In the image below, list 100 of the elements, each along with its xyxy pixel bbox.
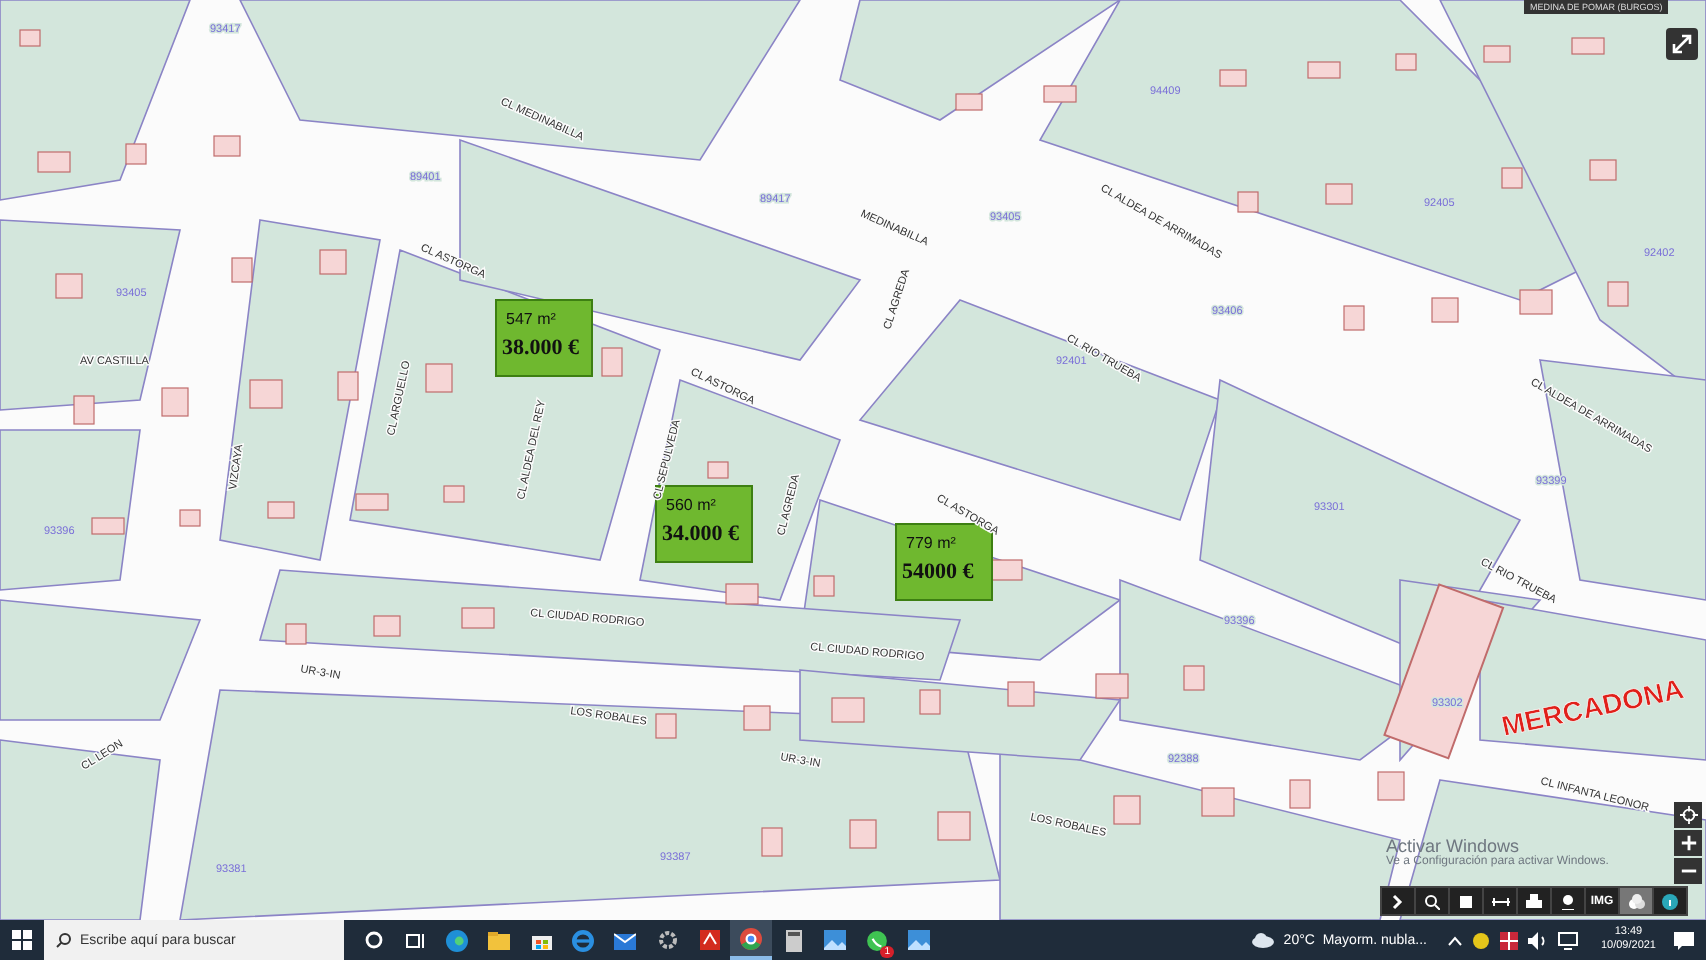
tool-button[interactable]: [1484, 888, 1516, 914]
building: [267, 501, 295, 519]
building: [601, 347, 623, 377]
monitor-icon: [1558, 931, 1579, 949]
picture-icon: [824, 930, 846, 950]
fullscreen-button[interactable]: [1666, 28, 1698, 60]
building: [1483, 45, 1511, 63]
building: [1307, 61, 1341, 79]
plot-highlight: [495, 299, 593, 377]
building: [1219, 69, 1247, 87]
building: [849, 819, 877, 849]
building: [1325, 183, 1353, 205]
building: [955, 93, 983, 111]
building: [1113, 795, 1141, 825]
building: [461, 607, 495, 629]
building: [1519, 289, 1553, 315]
tool-button[interactable]: [1552, 888, 1584, 914]
calculator-icon: [785, 929, 801, 951]
taskbar-app-button[interactable]: [730, 920, 772, 960]
building: [355, 493, 389, 511]
building: [1377, 771, 1405, 801]
building: [1607, 281, 1629, 307]
building: [1043, 85, 1077, 103]
building: [761, 827, 783, 857]
building: [655, 713, 677, 739]
plot-price: 34.000 €: [662, 522, 739, 546]
building: [1201, 787, 1235, 817]
windows-icon: [12, 930, 32, 950]
picture-icon: [908, 930, 930, 950]
caret-up-icon: [1448, 935, 1463, 945]
tool-button[interactable]: [1416, 888, 1448, 914]
chevron-icon: [1390, 893, 1406, 909]
tool-button[interactable]: [1518, 888, 1550, 914]
building: [937, 811, 971, 841]
building: [1289, 779, 1311, 809]
building: [231, 257, 253, 283]
building: [91, 517, 125, 535]
building: [1501, 167, 1523, 189]
tool-button[interactable]: [1382, 888, 1414, 914]
e-letter-icon: [572, 929, 594, 951]
building: [919, 689, 941, 715]
ruler-icon: [1491, 895, 1509, 907]
building: [337, 371, 359, 401]
building: [443, 485, 465, 503]
building: [73, 395, 95, 425]
folder-icon: [488, 931, 510, 949]
search-icon: [56, 932, 72, 948]
speaker-icon: [1528, 931, 1549, 949]
browser-icon: [740, 927, 762, 949]
building: [1431, 297, 1459, 323]
building: [1007, 681, 1035, 707]
circle-icon: [1472, 931, 1491, 949]
plot-area: 560 m²: [666, 496, 716, 514]
printer-icon: [1526, 893, 1542, 909]
locate-button[interactable]: [1674, 802, 1702, 828]
tool-button[interactable]: [1450, 888, 1482, 914]
envelope-icon: [614, 931, 636, 949]
cloud-icon: [1251, 932, 1274, 948]
search-icon: [1424, 893, 1440, 909]
building: [1589, 159, 1617, 181]
building: [1183, 665, 1205, 691]
building: [1343, 305, 1365, 331]
chat-bubble-icon: [866, 929, 888, 951]
building: [373, 615, 401, 637]
building: [831, 697, 865, 723]
building: [1237, 191, 1259, 213]
plot-area: 547 m²: [506, 310, 556, 328]
building: [707, 461, 729, 479]
building: [37, 151, 71, 173]
zoom-out-button[interactable]: [1674, 858, 1702, 884]
building: [179, 509, 201, 527]
zoom-in-button[interactable]: [1674, 830, 1702, 856]
building: [743, 705, 771, 731]
plot-highlight: [655, 485, 753, 563]
building: [213, 135, 241, 157]
building: [1395, 53, 1417, 71]
plot-area: 779 m²: [906, 534, 956, 552]
building: [125, 143, 147, 165]
building: [249, 379, 283, 409]
building: [1571, 37, 1605, 55]
plus-icon: [1679, 834, 1697, 852]
building: [425, 363, 453, 393]
building: [19, 29, 41, 47]
expand-icon: [1672, 34, 1692, 54]
plot-price: 54000 €: [902, 560, 974, 584]
building: [55, 273, 83, 299]
info-icon: [1662, 893, 1678, 909]
plot-price: 38.000 €: [502, 336, 579, 360]
browser-icon: [446, 929, 468, 951]
taskview-icon: [405, 931, 425, 949]
building: [161, 387, 189, 417]
layers-icon: [1627, 893, 1645, 909]
building: [285, 623, 307, 645]
flag-icon: [1500, 931, 1519, 949]
building: [319, 249, 347, 275]
shopping-bag-icon: [531, 930, 551, 950]
building: [725, 583, 759, 605]
building: [813, 575, 835, 597]
circle-icon: [363, 930, 383, 950]
crosshair-icon: [1679, 806, 1697, 824]
